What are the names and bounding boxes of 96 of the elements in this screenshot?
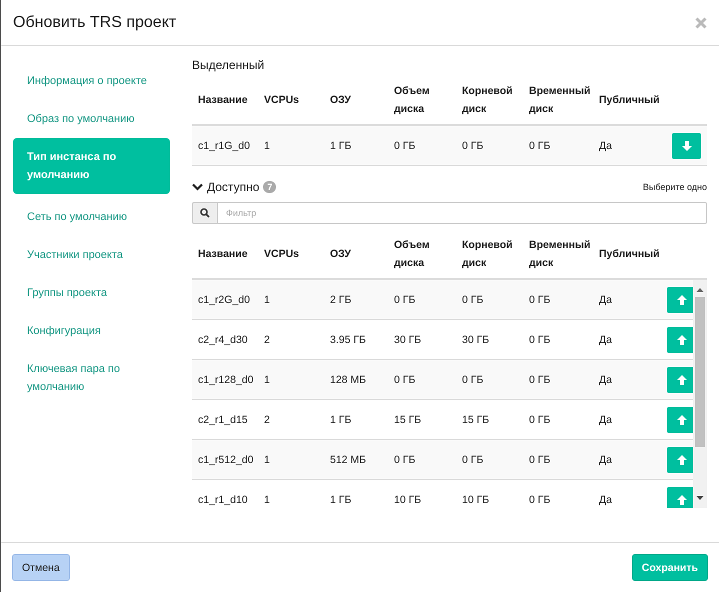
section-title: Выделенный xyxy=(192,58,266,72)
table-cell-text: Да xyxy=(599,374,613,386)
table-cell-text: 10 ГБ xyxy=(462,494,490,506)
column-header: Временный диск xyxy=(529,238,592,271)
sidebar-item[interactable]: Ключевая пара по умолчанию xyxy=(13,350,170,406)
table-cell-text: 2 xyxy=(264,414,271,426)
table-cell-text: 0 ГБ xyxy=(529,140,552,152)
table-cell-text: c1_r128_d0 xyxy=(198,374,254,386)
table-cell-text: 2 ГБ xyxy=(330,294,352,306)
table-cell-text: 1 xyxy=(264,140,271,152)
table-cell-text: 0 ГБ xyxy=(394,454,416,466)
allocate-button[interactable] xyxy=(667,286,696,312)
table-cell-text: 0 ГБ xyxy=(462,294,484,306)
allocate-button[interactable] xyxy=(667,446,696,472)
column-header: Название xyxy=(198,247,249,262)
column-header: Публичный xyxy=(599,93,661,108)
table-cell-text: 0 ГБ xyxy=(529,414,552,426)
table-cell-text: 15 ГБ xyxy=(462,414,490,426)
arrow-up-icon xyxy=(676,414,688,426)
table-cell-text: 0 ГБ xyxy=(529,334,552,346)
column-header: Название xyxy=(198,93,249,108)
column-header: Корневой диск xyxy=(462,84,514,117)
cancel-button[interactable]: Отмена xyxy=(12,554,70,581)
table-cell-text: Да xyxy=(599,414,613,426)
table-cell-text: c2_r4_d30 xyxy=(198,334,249,346)
deallocate-button[interactable] xyxy=(672,132,701,158)
table-cell-text: Да xyxy=(599,454,613,466)
table-cell-text: 10 ГБ xyxy=(394,494,422,506)
allocate-button[interactable] xyxy=(667,406,696,432)
table-cell-text: 30 ГБ xyxy=(394,334,422,346)
table-cell-text: Да xyxy=(599,494,613,506)
column-header: VCPUs xyxy=(264,247,300,262)
sidebar-item[interactable]: Тип инстанса по умолчанию xyxy=(13,138,170,194)
table-cell-text: c1_r512_d0 xyxy=(198,454,254,466)
table-cell-text: c2_r1_d15 xyxy=(198,414,249,426)
table-cell-text: 30 ГБ xyxy=(462,334,490,346)
table-cell-text: 0 ГБ xyxy=(394,140,416,152)
table-cell-text: 0 ГБ xyxy=(529,454,552,466)
table-cell-text: Да xyxy=(599,334,613,346)
arrow-up-icon xyxy=(676,454,688,466)
table-cell-text: 1 ГБ xyxy=(330,140,352,152)
table-cell-text: 1 ГБ xyxy=(330,494,352,506)
allocate-button[interactable] xyxy=(667,366,696,392)
scrollbar[interactable] xyxy=(693,280,707,508)
table-cell-text: 0 ГБ xyxy=(394,374,416,386)
table-cell-text: 512 МБ xyxy=(330,454,368,466)
table-cell-text: 3.95 ГБ xyxy=(330,334,367,346)
column-header: Публичный xyxy=(599,247,661,262)
table-cell-text: Да xyxy=(599,140,613,152)
table-cell-text: c1_r1G_d0 xyxy=(198,140,251,152)
count-badge: 7 xyxy=(263,181,276,193)
column-header: Объем диска xyxy=(394,84,431,117)
table-cell-text: 128 МБ xyxy=(330,374,368,386)
save-button[interactable]: Сохранить xyxy=(632,554,708,581)
table-cell-text: 1 xyxy=(264,374,271,386)
arrow-up-icon xyxy=(676,334,688,346)
table-cell-text: c1_r2G_d0 xyxy=(198,294,251,306)
section-title[interactable]: Доступно xyxy=(207,180,260,194)
sidebar-item[interactable]: Сеть по умолчанию xyxy=(13,198,170,236)
arrow-up-icon xyxy=(676,294,688,306)
table-cell-text: 0 ГБ xyxy=(529,294,552,306)
sidebar-item[interactable]: Информация о проекте xyxy=(13,62,170,100)
table-cell-text: 1 xyxy=(264,294,271,306)
dialog-title: Обновить TRS проект xyxy=(13,14,176,32)
table-cell-text: 0 ГБ xyxy=(462,140,484,152)
sidebar-item[interactable]: Конфигурация xyxy=(13,312,170,350)
arrow-up-icon xyxy=(676,494,688,506)
filter-field[interactable]: Фильтр xyxy=(217,202,707,224)
sidebar-item[interactable]: Участники проекта xyxy=(13,236,170,274)
close-icon[interactable] xyxy=(695,16,707,28)
arrow-up-icon xyxy=(676,374,688,386)
table-cell-text: 0 ГБ xyxy=(462,374,484,386)
column-header: ОЗУ xyxy=(330,93,352,108)
table-cell-text: 15 ГБ xyxy=(394,414,422,426)
table-cell-text: 2 xyxy=(264,334,271,346)
chevron-down-icon[interactable] xyxy=(192,183,203,191)
table-cell-text: Да xyxy=(599,294,613,306)
table-cell-text: 0 ГБ xyxy=(529,494,552,506)
hint-text: Выберите одно xyxy=(642,182,707,192)
sidebar-item[interactable]: Образ по умолчанию xyxy=(13,100,170,138)
sidebar-item[interactable]: Группы проекта xyxy=(13,274,170,312)
table-cell-text: 1 xyxy=(264,454,271,466)
table-cell-text: 0 ГБ xyxy=(462,454,484,466)
table-cell-text: 1 xyxy=(264,494,271,506)
column-header: Объем диска xyxy=(394,238,431,271)
search-icon xyxy=(192,202,217,224)
allocate-button[interactable] xyxy=(667,326,696,352)
table-cell-text: 0 ГБ xyxy=(394,294,416,306)
column-header: ОЗУ xyxy=(330,247,352,262)
table-cell-text: 1 ГБ xyxy=(330,414,352,426)
column-header: Временный диск xyxy=(529,84,592,117)
table-cell-text: c1_r1_d10 xyxy=(198,494,249,506)
arrow-down-icon xyxy=(680,140,692,152)
column-header: VCPUs xyxy=(264,93,300,108)
column-header: Корневой диск xyxy=(462,238,514,271)
table-cell-text: 0 ГБ xyxy=(529,374,552,386)
